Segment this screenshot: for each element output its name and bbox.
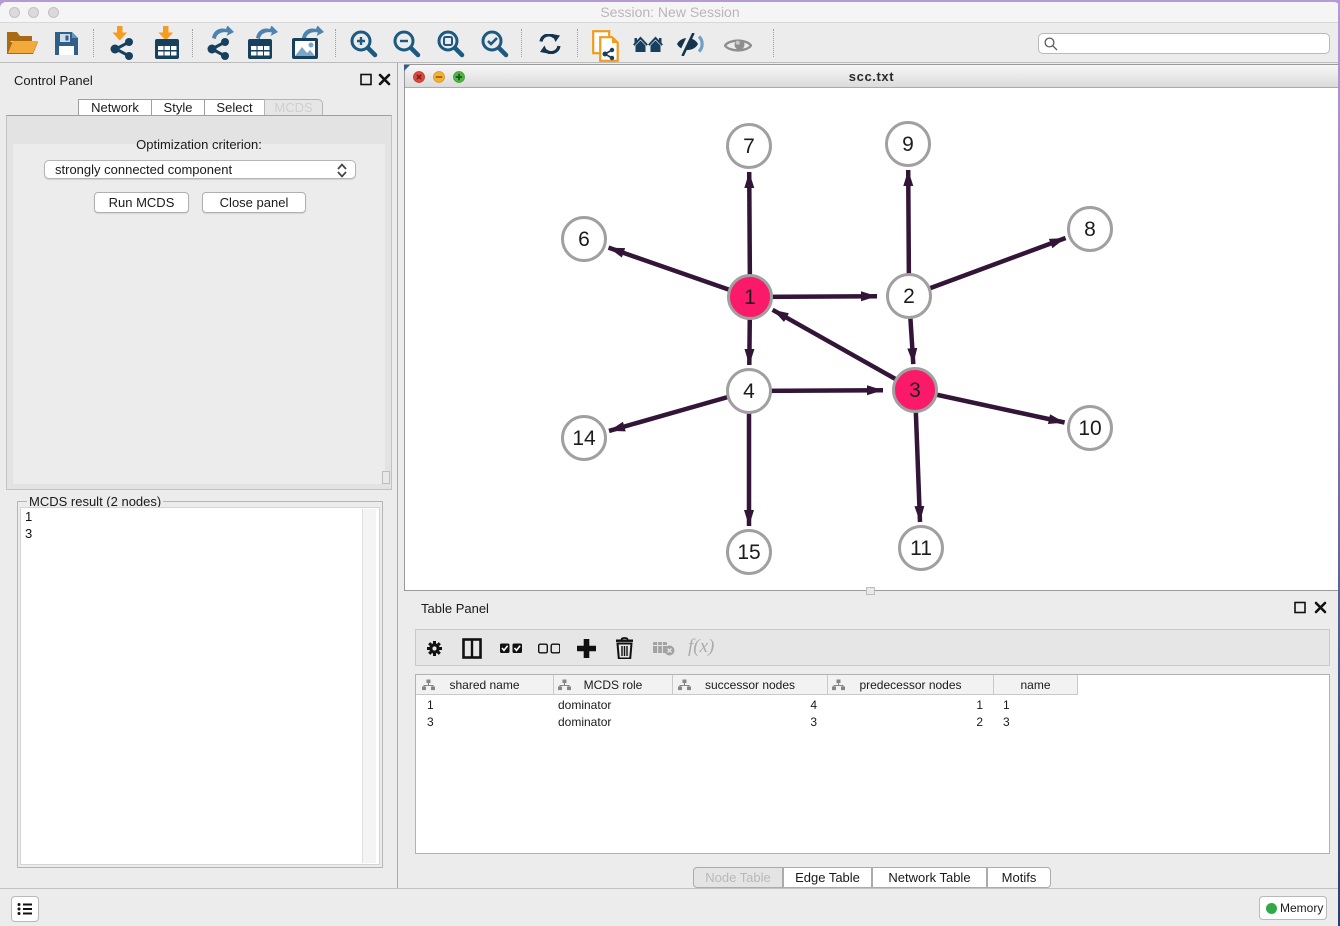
- svg-text:6: 6: [578, 228, 590, 251]
- svg-text:7: 7: [743, 135, 755, 158]
- svg-text:8: 8: [1084, 218, 1096, 241]
- svg-text:3: 3: [909, 379, 921, 402]
- svg-text:11: 11: [910, 537, 932, 560]
- svg-text:9: 9: [902, 133, 914, 156]
- svg-text:14: 14: [572, 427, 596, 450]
- svg-text:15: 15: [737, 541, 760, 564]
- svg-text:10: 10: [1078, 417, 1101, 440]
- svg-text:1: 1: [744, 286, 756, 309]
- svg-text:4: 4: [743, 380, 755, 403]
- svg-text:2: 2: [903, 285, 915, 308]
